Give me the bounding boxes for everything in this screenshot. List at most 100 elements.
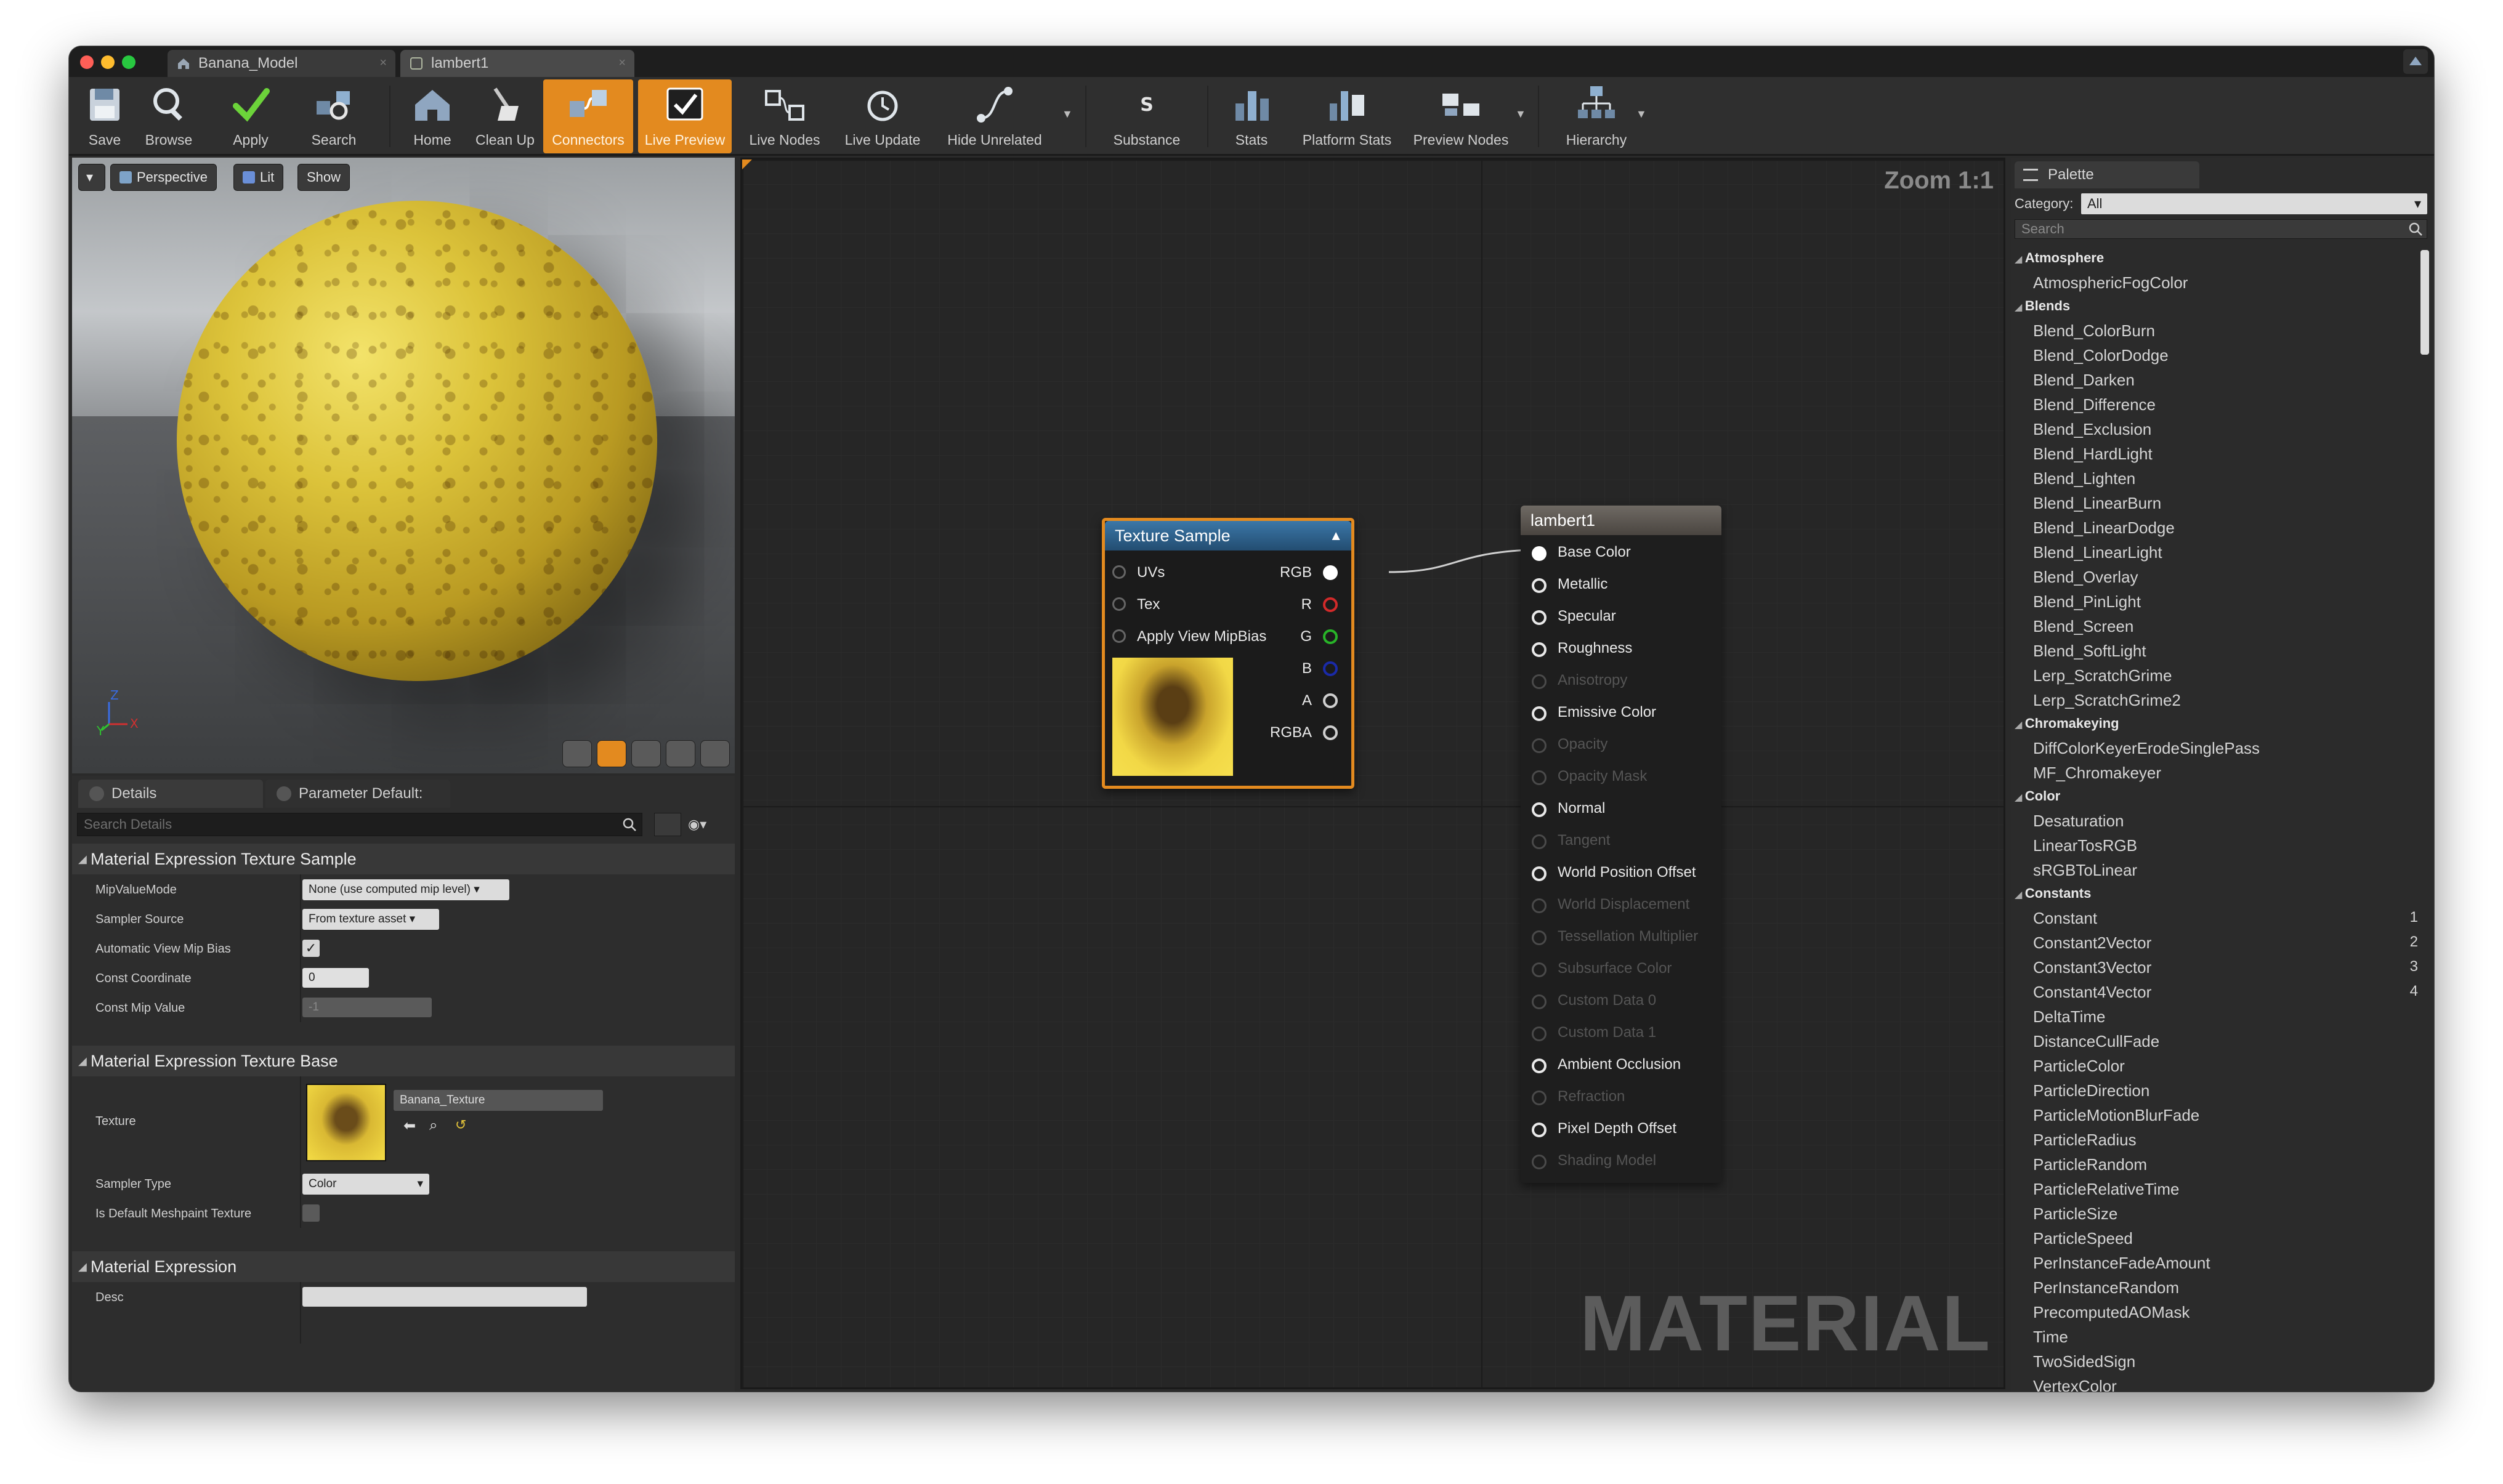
chevron-down-icon[interactable]: ▼ [1062, 108, 1073, 121]
show-button[interactable]: Show [297, 164, 350, 191]
viewport-options-button[interactable]: ▾ [78, 164, 105, 191]
tab-palette[interactable]: Palette [2015, 161, 2199, 188]
input-pin[interactable] [1532, 1123, 1547, 1137]
lit-button[interactable]: Lit [233, 164, 284, 191]
palette-item[interactable]: Constant3Vector [2033, 958, 2151, 977]
palette-item[interactable]: ParticleDirection [2033, 1081, 2149, 1100]
mipbias-input-pin[interactable] [1112, 629, 1126, 643]
input-pin[interactable] [1532, 866, 1547, 881]
browse-button[interactable]: Browse [138, 79, 200, 153]
live-nodes-button[interactable]: Live Nodes [742, 79, 828, 153]
stats-button[interactable]: Stats [1221, 79, 1282, 153]
const-coordinate-input[interactable]: 0 [302, 968, 369, 988]
input-pin[interactable] [1532, 802, 1547, 817]
const-mip-value-input[interactable]: -1 [302, 998, 432, 1017]
view-options-button[interactable] [654, 813, 681, 836]
input-pin[interactable] [1532, 1059, 1547, 1073]
palette-item[interactable]: Blend_Screen [2033, 617, 2133, 636]
eye-icon[interactable]: ◉▾ [688, 817, 706, 833]
maximize-window-button[interactable] [122, 55, 135, 69]
lambert1-node[interactable]: lambert1 Base Color Metallic Specular Rough… [1521, 506, 1721, 1183]
input-pin[interactable] [1532, 770, 1547, 785]
palette-item[interactable]: MF_Chromakeyer [2033, 764, 2161, 783]
palette-item[interactable]: sRGBToLinear [2033, 861, 2137, 880]
home-button[interactable]: Home [402, 79, 463, 153]
input-pin[interactable] [1532, 610, 1547, 625]
a-output-pin[interactable] [1323, 693, 1338, 708]
use-selected-asset-icon[interactable]: ⬅ [403, 1117, 416, 1135]
palette-item[interactable]: Blend_Darken [2033, 371, 2135, 390]
input-pin[interactable] [1532, 738, 1547, 753]
section-texture-sample[interactable]: ◢ Material Expression Texture Sample [72, 844, 735, 874]
palette-category[interactable]: ◢ Chromakeying [2015, 716, 2119, 732]
palette-item[interactable]: ParticleRadius [2033, 1131, 2137, 1150]
palette-item[interactable]: Blend_PinLight [2033, 592, 2141, 611]
tex-input-pin[interactable] [1112, 597, 1126, 611]
input-pin[interactable] [1532, 1091, 1547, 1105]
preview-nodes-button[interactable]: Preview Nodes [1405, 79, 1516, 153]
perspective-button[interactable]: Perspective [110, 164, 217, 191]
palette-item[interactable]: Blend_ColorDodge [2033, 346, 2169, 365]
section-material-expression[interactable]: ◢ Material Expression [72, 1251, 735, 1282]
reset-icon[interactable]: ↺ [455, 1117, 466, 1133]
palette-item[interactable]: Blend_HardLight [2033, 445, 2153, 464]
connectors-button[interactable]: Connectors [543, 79, 633, 153]
texture-thumbnail[interactable] [306, 1084, 386, 1161]
palette-item[interactable]: Blend_Lighten [2033, 469, 2135, 488]
chevron-down-icon[interactable]: ▼ [1515, 108, 1526, 121]
palette-item[interactable]: ParticleSize [2033, 1204, 2117, 1224]
texture-asset-dropdown[interactable]: Banana_Texture [394, 1090, 603, 1111]
minimize-window-button[interactable] [101, 55, 115, 69]
palette-category[interactable]: ◢ Color [2015, 788, 2060, 804]
platform-stats-button[interactable]: Platform Stats [1292, 79, 1402, 153]
save-button[interactable]: Save [74, 79, 135, 153]
palette-item[interactable]: Blend_ColorBurn [2033, 321, 2155, 341]
palette-search-input[interactable]: Search [2015, 219, 2427, 239]
rgba-output-pin[interactable] [1323, 725, 1338, 740]
input-pin[interactable] [1532, 994, 1547, 1009]
sampler-type-dropdown[interactable]: Color ▾ [302, 1174, 429, 1195]
plane-preview-button[interactable] [631, 740, 661, 767]
palette-item[interactable]: Constant2Vector [2033, 934, 2151, 953]
close-window-button[interactable] [80, 55, 94, 69]
palette-item[interactable]: Desaturation [2033, 812, 2124, 831]
g-output-pin[interactable] [1323, 629, 1338, 644]
palette-item[interactable]: Blend_Difference [2033, 395, 2156, 414]
palette-item[interactable]: Blend_LinearDodge [2033, 518, 2175, 538]
palette-item[interactable]: Blend_Exclusion [2033, 420, 2151, 439]
tab-lambert1[interactable]: lambert1 × [400, 50, 634, 77]
clean-up-button[interactable]: Clean Up [468, 79, 542, 153]
sampler-source-dropdown[interactable]: From texture asset ▾ [302, 909, 439, 930]
input-pin[interactable] [1532, 898, 1547, 913]
sphere-preview-button[interactable] [597, 740, 626, 767]
b-output-pin[interactable] [1323, 661, 1338, 676]
palette-item[interactable]: Blend_Overlay [2033, 568, 2138, 587]
palette-category[interactable]: ◢ Constants [2015, 885, 2091, 901]
material-graph-canvas[interactable]: Zoom 1:1 MATERIAL Texture Sample ▲ UVs T… [740, 158, 2005, 1389]
palette-item[interactable]: Constant4Vector [2033, 983, 2151, 1002]
palette-item[interactable]: Lerp_ScratchGrime2 [2033, 691, 2181, 710]
input-pin[interactable] [1532, 834, 1547, 849]
input-pin[interactable] [1532, 930, 1547, 945]
palette-item[interactable]: Blend_SoftLight [2033, 642, 2146, 661]
palette-item[interactable]: ParticleMotionBlurFade [2033, 1106, 2199, 1125]
uvs-input-pin[interactable] [1112, 565, 1126, 579]
input-pin[interactable] [1532, 1026, 1547, 1041]
live-update-button[interactable]: Live Update [836, 79, 929, 153]
mip-value-mode-dropdown[interactable]: None (use computed mip level) ▾ [302, 879, 509, 900]
palette-item[interactable]: TwoSidedSign [2033, 1352, 2135, 1371]
palette-item[interactable]: VertexColor [2033, 1377, 2117, 1392]
cube-preview-button[interactable] [666, 740, 695, 767]
input-pin[interactable] [1532, 578, 1547, 593]
palette-item[interactable]: Lerp_ScratchGrime [2033, 666, 2172, 685]
palette-item[interactable]: Time [2033, 1328, 2068, 1347]
input-pin[interactable] [1532, 1155, 1547, 1169]
chevron-down-icon[interactable]: ▼ [1636, 108, 1647, 121]
input-pin[interactable] [1532, 546, 1547, 561]
desc-input[interactable] [302, 1287, 587, 1307]
palette-item[interactable]: DiffColorKeyerErodeSinglePass [2033, 739, 2260, 758]
hierarchy-button[interactable]: Hierarchy [1553, 79, 1640, 153]
apply-button[interactable]: Apply [217, 79, 285, 153]
search-button[interactable]: Search [300, 79, 368, 153]
palette-scrollbar[interactable] [2420, 250, 2429, 355]
